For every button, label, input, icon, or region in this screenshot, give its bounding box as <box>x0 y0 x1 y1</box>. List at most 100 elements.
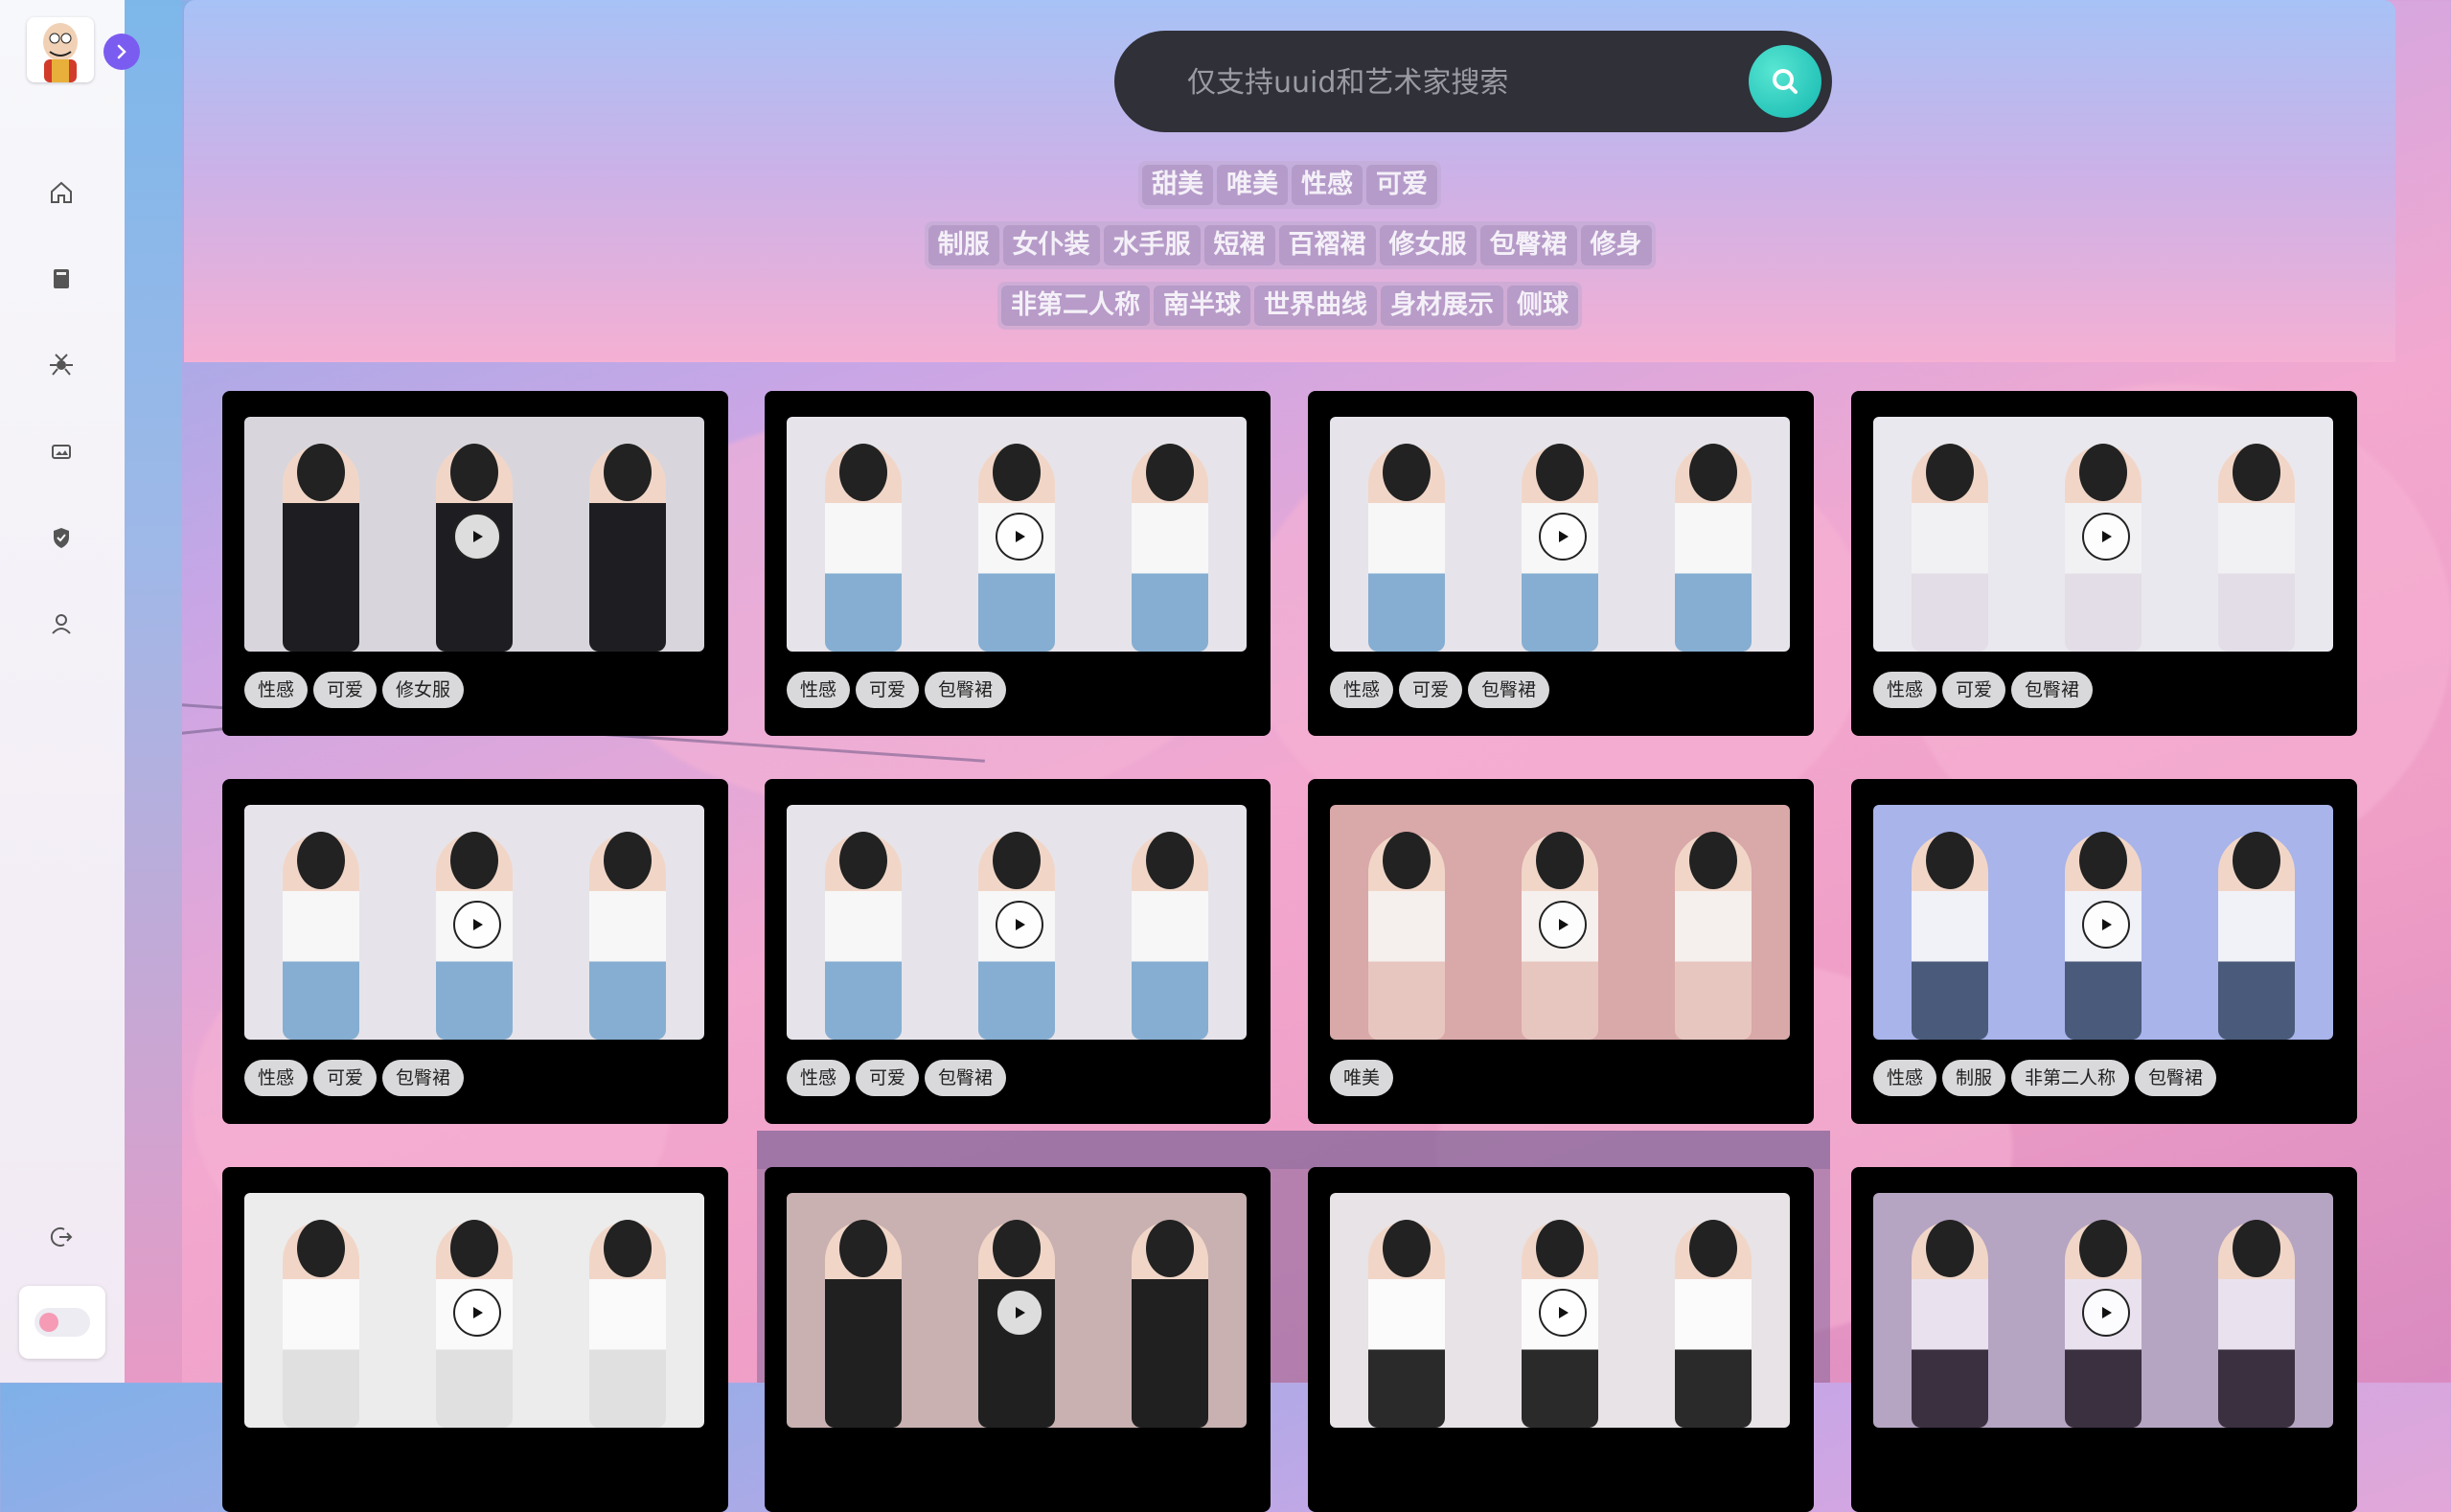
tag-filter[interactable]: 女仆装 <box>1002 225 1100 265</box>
card-tag[interactable]: 制服 <box>1942 1060 2006 1096</box>
video-card[interactable]: 性感 可爱 包臀裙 <box>765 391 1271 736</box>
tag-filter[interactable]: 包臀裙 <box>1479 225 1577 265</box>
video-thumbnail[interactable] <box>244 1193 704 1428</box>
card-tag[interactable]: 唯美 <box>1330 1060 1394 1096</box>
tag-filter[interactable]: 可爱 <box>1366 165 1437 205</box>
tag-filter[interactable]: 修身 <box>1580 225 1652 265</box>
shield-icon[interactable] <box>45 521 78 554</box>
card-tag[interactable]: 可爱 <box>856 672 920 708</box>
video-card[interactable] <box>222 1167 728 1512</box>
video-card[interactable]: 性感 可爱 包臀裙 <box>222 779 728 1124</box>
play-button[interactable] <box>2082 513 2130 561</box>
video-card[interactable]: 性感 可爱 包臀裙 <box>1308 391 1814 736</box>
card-tag[interactable]: 可爱 <box>1942 672 2006 708</box>
tag-filter[interactable]: 性感 <box>1292 165 1363 205</box>
card-tag[interactable]: 包臀裙 <box>2011 672 2094 708</box>
video-thumbnail[interactable] <box>1330 1193 1790 1428</box>
toggle-track <box>34 1308 90 1337</box>
expand-sidebar-button[interactable] <box>103 34 140 70</box>
tag-filter[interactable]: 南半球 <box>1154 286 1250 326</box>
tag-filter[interactable]: 百褶裙 <box>1278 225 1376 265</box>
card-tag[interactable]: 包臀裙 <box>925 1060 1007 1096</box>
play-button[interactable] <box>1539 1289 1587 1337</box>
card-tag[interactable]: 性感 <box>787 672 851 708</box>
card-tag[interactable]: 性感 <box>1873 1060 1937 1096</box>
avatar[interactable] <box>27 17 94 82</box>
book-icon[interactable] <box>45 263 78 295</box>
tag-filter[interactable]: 侧球 <box>1507 286 1578 326</box>
video-thumbnail[interactable] <box>244 805 704 1040</box>
card-tags: 性感 可爱 包臀裙 <box>244 1060 465 1096</box>
tag-filter[interactable]: 身材展示 <box>1381 286 1503 326</box>
play-button[interactable] <box>996 513 1043 561</box>
search-button[interactable] <box>1749 45 1821 118</box>
play-icon <box>2102 531 2112 542</box>
play-icon <box>1559 531 1569 542</box>
card-tags: 性感 可爱 包臀裙 <box>787 672 1007 708</box>
video-card[interactable] <box>1851 1167 2357 1512</box>
play-button[interactable] <box>2082 901 2130 949</box>
video-card[interactable] <box>765 1167 1271 1512</box>
tag-filter[interactable]: 唯美 <box>1217 165 1288 205</box>
play-button[interactable] <box>1539 901 1587 949</box>
play-icon <box>473 1307 483 1318</box>
play-button[interactable] <box>996 901 1043 949</box>
video-thumbnail[interactable] <box>1330 805 1790 1040</box>
play-button[interactable] <box>996 1289 1043 1337</box>
play-button[interactable] <box>453 1289 501 1337</box>
card-tag[interactable]: 性感 <box>244 672 309 708</box>
video-thumbnail[interactable] <box>787 1193 1247 1428</box>
video-card[interactable]: 性感 制服 非第二人称 包臀裙 <box>1851 779 2357 1124</box>
card-tag[interactable]: 可爱 <box>313 672 378 708</box>
tag-group: 甜美 唯美 性感 可爱 <box>1138 161 1441 209</box>
tag-filter[interactable]: 非第二人称 <box>1001 286 1150 326</box>
tag-filter[interactable]: 世界曲线 <box>1254 286 1377 326</box>
video-card[interactable]: 唯美 <box>1308 779 1814 1124</box>
logout-icon[interactable] <box>45 1221 78 1253</box>
card-tag[interactable]: 可爱 <box>313 1060 378 1096</box>
play-button[interactable] <box>1539 513 1587 561</box>
play-button[interactable] <box>2082 1289 2130 1337</box>
card-tag[interactable]: 可爱 <box>1399 672 1463 708</box>
tag-filter[interactable]: 短裙 <box>1203 225 1275 265</box>
card-tag[interactable]: 包臀裙 <box>2135 1060 2217 1096</box>
video-card[interactable]: 性感 可爱 包臀裙 <box>765 779 1271 1124</box>
video-card[interactable]: 性感 可爱 包臀裙 <box>1851 391 2357 736</box>
card-tag[interactable]: 包臀裙 <box>925 672 1007 708</box>
spider-icon[interactable] <box>45 349 78 381</box>
tag-filter[interactable]: 制服 <box>928 225 999 265</box>
play-button[interactable] <box>453 513 501 561</box>
tag-filter[interactable]: 水手服 <box>1103 225 1201 265</box>
card-tag[interactable]: 性感 <box>244 1060 309 1096</box>
user-icon[interactable] <box>45 607 78 640</box>
video-thumbnail[interactable] <box>1873 417 2333 652</box>
search-bar <box>1114 31 1832 132</box>
card-tag[interactable]: 性感 <box>1330 672 1394 708</box>
video-card[interactable] <box>1308 1167 1814 1512</box>
play-icon <box>1016 919 1025 930</box>
search-input[interactable] <box>1185 56 1726 109</box>
tag-filter[interactable]: 修女服 <box>1379 225 1477 265</box>
card-tag[interactable]: 可爱 <box>856 1060 920 1096</box>
tag-row-other: 非第二人称 南半球 世界曲线 身材展示 侧球 <box>184 282 2395 330</box>
home-icon[interactable] <box>45 176 78 209</box>
card-tag[interactable]: 非第二人称 <box>2011 1060 2130 1096</box>
card-tag[interactable]: 性感 <box>1873 672 1937 708</box>
tag-filter[interactable]: 甜美 <box>1142 165 1213 205</box>
card-tag[interactable]: 包臀裙 <box>382 1060 465 1096</box>
video-thumbnail[interactable] <box>787 805 1247 1040</box>
video-thumbnail[interactable] <box>1873 1193 2333 1428</box>
video-thumbnail[interactable] <box>244 417 704 652</box>
video-thumbnail[interactable] <box>787 417 1247 652</box>
video-thumbnail[interactable] <box>1330 417 1790 652</box>
play-button[interactable] <box>453 901 501 949</box>
video-thumbnail[interactable] <box>1873 805 2333 1040</box>
card-tag[interactable]: 包臀裙 <box>1468 672 1550 708</box>
card-tag[interactable]: 修女服 <box>382 672 465 708</box>
video-card[interactable]: 性感 可爱 修女服 <box>222 391 728 736</box>
theme-toggle[interactable] <box>19 1286 105 1359</box>
play-icon <box>1559 1307 1569 1318</box>
card-tags: 性感 可爱 修女服 <box>244 672 465 708</box>
card-tag[interactable]: 性感 <box>787 1060 851 1096</box>
image-icon[interactable] <box>45 435 78 468</box>
